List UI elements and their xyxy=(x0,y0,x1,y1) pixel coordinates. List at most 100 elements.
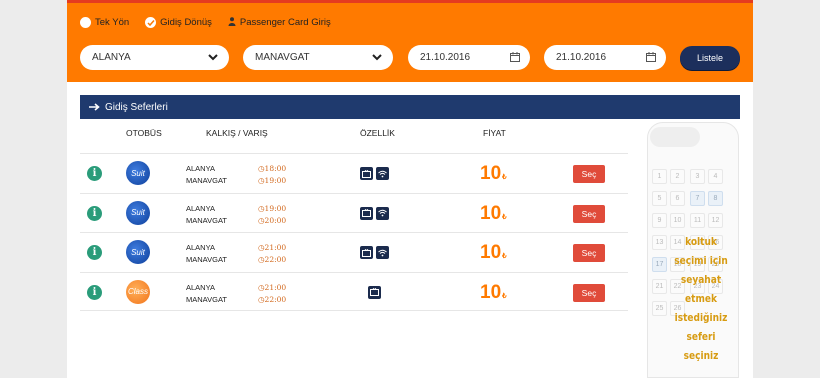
price-value: 10 xyxy=(480,242,502,263)
results-title: Gidiş Seferleri xyxy=(105,101,168,113)
seat[interactable]: 11 xyxy=(690,213,705,228)
seat[interactable]: 12 xyxy=(708,213,723,228)
route: ALANYA MANAVGAT xyxy=(186,242,227,266)
radio-unchecked-icon xyxy=(80,17,91,28)
list-button[interactable]: Listele xyxy=(680,46,740,70)
hint-line: seyahat etmek xyxy=(680,273,722,305)
chevron-down-icon xyxy=(372,54,382,61)
departure-city: ALANYA xyxy=(186,164,216,173)
outbound-trips-banner: Gidiş Seferleri xyxy=(80,95,740,119)
trip-row: i Suit ALANYA MANAVGAT ◷21:00 ◷22:00 10₺ Seç xyxy=(80,232,628,271)
return-date-input[interactable]: 21.10.2016 xyxy=(544,45,666,70)
seat[interactable]: 17 xyxy=(652,257,667,272)
arrival-time: 20:00 xyxy=(264,215,287,225)
seat[interactable]: 5 xyxy=(652,191,667,206)
seat[interactable]: 3 xyxy=(690,169,705,184)
route: ALANYA MANAVGAT xyxy=(186,163,227,187)
departure-city: ALANYA xyxy=(186,203,216,213)
price-value: 10 xyxy=(480,202,502,224)
currency: ₺ xyxy=(502,253,507,260)
price-value: 10 xyxy=(480,163,502,184)
hint-line: istediğiniz xyxy=(674,311,728,324)
hint-line: koltuk xyxy=(685,235,717,248)
departure-time: 19:00 xyxy=(264,203,287,213)
bus-brand-label: Suit xyxy=(131,168,145,178)
seat[interactable]: 8 xyxy=(708,191,723,206)
price: 10₺ xyxy=(480,282,507,304)
route: ALANYA MANAVGAT xyxy=(186,203,227,227)
features xyxy=(368,285,381,299)
round-trip-radio[interactable]: Gidiş Dönüş xyxy=(145,17,212,28)
to-select[interactable]: MANAVGAT xyxy=(243,45,393,70)
trip-row: i Suit ALANYA MANAVGAT ◷19:00 ◷20:00 10₺ Seç xyxy=(80,192,628,232)
departure-time: 18:00 xyxy=(264,164,287,173)
arrival-city: MANAVGAT xyxy=(186,294,227,304)
price: 10₺ xyxy=(480,242,507,264)
seat-selection-hint: koltuk seçimi için seyahat etmek istediğini… xyxy=(668,232,734,365)
bus-brand-label: Suit xyxy=(131,247,145,257)
arrival-city: MANAVGAT xyxy=(186,255,227,264)
trip-type-row: Tek Yön Gidiş Dönüş Passenger Card Giriş xyxy=(80,17,347,28)
features xyxy=(360,167,389,180)
arrival-city: MANAVGAT xyxy=(186,176,227,185)
calendar-icon xyxy=(510,52,520,62)
one-way-radio[interactable]: Tek Yön xyxy=(80,17,129,28)
currency: ₺ xyxy=(502,213,507,221)
seat[interactable]: 1 xyxy=(652,169,667,184)
price: 10₺ xyxy=(480,163,507,185)
departure-city: ALANYA xyxy=(186,243,216,252)
select-button[interactable]: Seç xyxy=(573,204,605,223)
times: ◷18:00 ◷19:00 xyxy=(258,163,286,187)
passenger-card-link[interactable]: Passenger Card Giriş xyxy=(228,17,331,28)
seat[interactable]: 21 xyxy=(652,279,667,294)
seat[interactable]: 4 xyxy=(708,169,723,184)
tv-icon xyxy=(360,167,373,180)
times: ◷21:00 ◷22:00 xyxy=(258,282,286,306)
departure-time: 21:00 xyxy=(264,243,287,252)
info-icon[interactable]: i xyxy=(87,166,102,181)
seat[interactable]: 25 xyxy=(652,301,667,316)
seat[interactable]: 10 xyxy=(670,213,685,228)
wifi-icon xyxy=(376,206,389,220)
seat[interactable]: 6 xyxy=(670,191,685,206)
col-route: KALKIŞ / VARIŞ xyxy=(206,128,268,138)
info-icon[interactable]: i xyxy=(87,205,102,221)
steering-wheel-icon xyxy=(650,127,700,147)
round-trip-label: Gidiş Dönüş xyxy=(160,17,212,28)
col-price: FİYAT xyxy=(483,128,506,138)
info-icon[interactable]: i xyxy=(87,245,102,260)
seat[interactable]: 9 xyxy=(652,213,667,228)
seat[interactable]: 2 xyxy=(670,169,685,184)
tv-icon xyxy=(360,206,373,220)
info-icon[interactable]: i xyxy=(87,284,102,300)
features xyxy=(360,206,389,220)
price: 10₺ xyxy=(480,203,507,225)
col-features: ÖZELLİK xyxy=(360,128,395,138)
select-button[interactable]: Seç xyxy=(573,165,605,183)
from-value: ALANYA xyxy=(92,52,131,63)
arrival-time: 22:00 xyxy=(264,294,287,304)
route: ALANYA MANAVGAT xyxy=(186,282,227,306)
arrival-time: 19:00 xyxy=(264,176,287,185)
times: ◷19:00 ◷20:00 xyxy=(258,203,286,227)
seat[interactable]: 13 xyxy=(652,235,667,250)
from-select[interactable]: ALANYA xyxy=(80,45,229,70)
seat[interactable]: 7 xyxy=(690,191,705,206)
radio-checked-icon xyxy=(145,17,157,28)
arrival-city: MANAVGAT xyxy=(186,215,227,225)
search-header: Tek Yön Gidiş Dönüş Passenger Card Giriş… xyxy=(67,0,753,82)
trip-row: i Suit ALANYA MANAVGAT ◷18:00 ◷19:00 10₺ Seç xyxy=(80,153,628,192)
bus-brand-logo: Suit xyxy=(126,161,150,185)
trip-row: i Class ALANYA MANAVGAT ◷21:00 ◷22:00 10₺ Seç xyxy=(80,271,628,311)
col-bus: OTOBÜS xyxy=(126,128,162,138)
passenger-card-label: Passenger Card Giriş xyxy=(239,17,331,28)
features xyxy=(360,246,389,259)
tv-icon xyxy=(368,285,381,299)
wifi-icon xyxy=(376,246,389,259)
price-value: 10 xyxy=(480,281,502,303)
currency: ₺ xyxy=(502,174,507,181)
select-button[interactable]: Seç xyxy=(573,244,605,262)
depart-date-input[interactable]: 21.10.2016 xyxy=(408,45,530,70)
tv-icon xyxy=(360,246,373,259)
select-button[interactable]: Seç xyxy=(573,283,605,302)
